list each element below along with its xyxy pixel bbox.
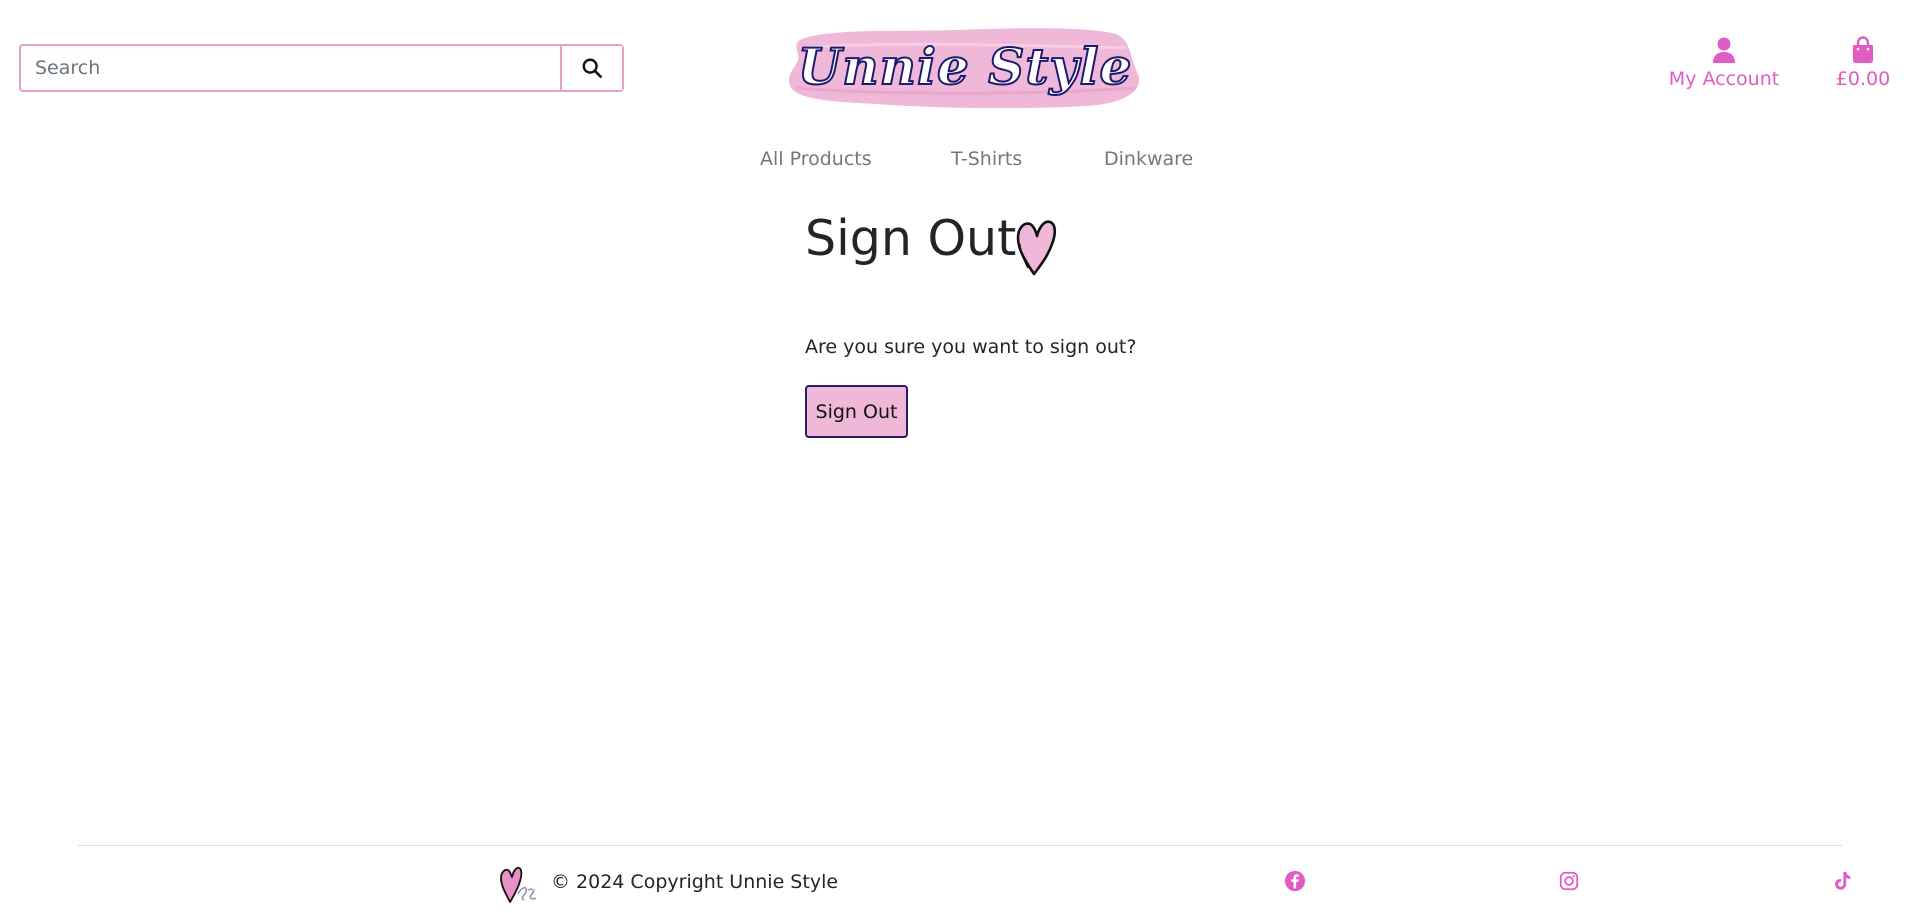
tiktok-icon xyxy=(1835,871,1851,890)
site-header: Unnie Style My Account £0.00 xyxy=(0,0,1920,130)
instagram-icon xyxy=(1559,871,1579,891)
bag-icon-wrap xyxy=(1826,36,1900,66)
footer-divider xyxy=(78,845,1842,846)
footer-logo-heart-icon xyxy=(500,866,537,903)
logo-text: Unnie Style xyxy=(797,36,1133,97)
search-button[interactable] xyxy=(560,46,622,90)
facebook-icon xyxy=(1284,870,1306,892)
nav-all-products[interactable]: All Products xyxy=(760,148,872,170)
user-icon xyxy=(1713,37,1735,63)
search-form xyxy=(19,44,624,92)
my-account-label: My Account xyxy=(1668,68,1780,90)
heart-icon xyxy=(1016,220,1057,276)
sign-out-button[interactable]: Sign Out xyxy=(805,385,908,438)
nav-t-shirts[interactable]: T-Shirts xyxy=(951,148,1022,170)
search-input[interactable] xyxy=(21,46,560,90)
cart-link[interactable]: £0.00 xyxy=(1826,36,1900,90)
shopping-bag-icon xyxy=(1853,36,1873,63)
main-nav: All Products T-Shirts Dinkware xyxy=(0,148,1920,180)
facebook-link[interactable] xyxy=(1284,870,1306,892)
copyright-text: © 2024 Copyright Unnie Style xyxy=(551,871,839,893)
my-account-link[interactable]: My Account xyxy=(1662,36,1786,90)
page-title: Sign Out xyxy=(805,210,1017,267)
site-logo[interactable]: Unnie Style xyxy=(786,18,1144,114)
user-icon-wrap xyxy=(1662,36,1786,66)
instagram-link[interactable] xyxy=(1558,870,1580,892)
cart-total: £0.00 xyxy=(1835,68,1891,90)
sign-out-confirm-text: Are you sure you want to sign out? xyxy=(805,336,1137,358)
search-icon xyxy=(582,58,602,78)
nav-dinkware[interactable]: Dinkware xyxy=(1104,148,1193,170)
tiktok-link[interactable] xyxy=(1831,870,1853,892)
